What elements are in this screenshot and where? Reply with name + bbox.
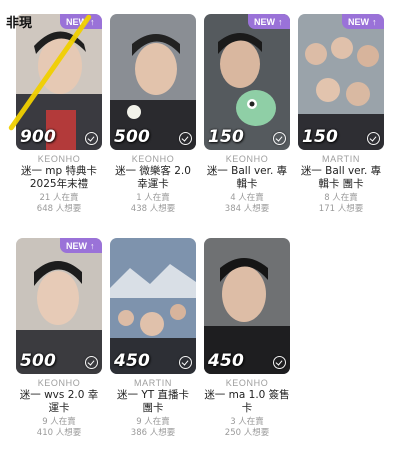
- new-badge: NEW ↑: [342, 14, 384, 29]
- card[interactable]: NEW ↑ 900 KEONHO 迷一 mp 特典卡 2025年末禮 21 人在…: [16, 14, 102, 215]
- artist-name: KEONHO: [37, 154, 81, 164]
- artist-name: KEONHO: [37, 378, 81, 388]
- new-badge-label: NEW: [66, 240, 87, 251]
- artist-name: MARTIN: [134, 378, 172, 388]
- card[interactable]: 450 KEONHO 迷一 ma 1.0 簽售 卡 3 人在賣 250 人想要: [204, 238, 290, 439]
- wanted-count: 410 人想要: [36, 428, 82, 438]
- seller-count: 21 人在賣: [39, 193, 79, 203]
- price-label: 500: [20, 351, 57, 371]
- card-title[interactable]: 迷一 微樂客 2.0 幸運卡: [110, 165, 196, 191]
- check-circle-icon[interactable]: [85, 132, 98, 145]
- card-photo[interactable]: NEW ↑ 900: [16, 14, 102, 150]
- artist-name: MARTIN: [322, 154, 360, 164]
- check-circle-icon[interactable]: [85, 356, 98, 369]
- arrow-up-icon: ↑: [278, 16, 283, 27]
- card[interactable]: 450 MARTIN 迷一 YT 直播卡 團卡 9 人在賣 386 人想要: [110, 238, 196, 439]
- card[interactable]: NEW ↑ 500 KEONHO 迷一 wvs 2.0 幸 運卡 9 人在賣 4…: [16, 238, 102, 439]
- wanted-count: 384 人想要: [224, 204, 270, 214]
- seller-count: 3 人在賣: [230, 417, 264, 427]
- artist-name: KEONHO: [131, 154, 175, 164]
- seller-count: 1 人在賣: [136, 193, 170, 203]
- arrow-up-icon: ↑: [90, 240, 95, 251]
- card-title[interactable]: 迷一 Ball ver. 專 輯卡 團卡: [298, 165, 384, 191]
- price-label: 450: [114, 351, 151, 371]
- arrow-up-icon: ↑: [372, 16, 377, 27]
- arrow-up-icon: ↑: [90, 16, 95, 27]
- card-title[interactable]: 迷一 Ball ver. 專 輯卡: [204, 165, 290, 191]
- card-title[interactable]: 迷一 ma 1.0 簽售 卡: [204, 389, 290, 415]
- card-photo[interactable]: 500: [110, 14, 196, 150]
- new-badge-label: NEW: [254, 16, 275, 27]
- wanted-count: 648 人想要: [36, 204, 82, 214]
- seller-count: 4 人在賣: [230, 193, 264, 203]
- price-label: 450: [208, 351, 245, 371]
- wanted-count: 386 人想要: [130, 428, 176, 438]
- seller-count: 8 人在賣: [324, 193, 358, 203]
- card-title[interactable]: 迷一 wvs 2.0 幸 運卡: [16, 389, 102, 415]
- check-circle-icon[interactable]: [367, 132, 380, 145]
- new-badge-label: NEW: [348, 16, 369, 27]
- price-label: 500: [114, 127, 151, 147]
- price-label: 150: [208, 127, 245, 147]
- check-circle-icon[interactable]: [273, 132, 286, 145]
- artist-name: KEONHO: [225, 154, 269, 164]
- card-title[interactable]: 迷一 mp 特典卡 2025年末禮: [16, 165, 102, 191]
- card-photo[interactable]: NEW ↑ 500: [16, 238, 102, 374]
- card-photo[interactable]: NEW ↑ 150: [204, 14, 290, 150]
- price-label: 150: [302, 127, 339, 147]
- card-photo[interactable]: NEW ↑ 150: [298, 14, 384, 150]
- card[interactable]: NEW ↑ 150 KEONHO 迷一 Ball ver. 專 輯卡 4 人在賣…: [204, 14, 290, 215]
- wanted-count: 438 人想要: [130, 204, 176, 214]
- check-circle-icon[interactable]: [179, 356, 192, 369]
- card-photo[interactable]: 450: [110, 238, 196, 374]
- check-circle-icon[interactable]: [273, 356, 286, 369]
- seller-count: 9 人在賣: [42, 417, 76, 427]
- wanted-count: 171 人想要: [318, 204, 364, 214]
- wanted-count: 250 人想要: [224, 428, 270, 438]
- card-title[interactable]: 迷一 YT 直播卡 團卡: [110, 389, 196, 415]
- card[interactable]: NEW ↑ 150 MARTIN 迷一 Ball ver. 專 輯卡 團卡 8 …: [298, 14, 384, 215]
- card[interactable]: 500 KEONHO 迷一 微樂客 2.0 幸運卡 1 人在賣 438 人想要: [110, 14, 196, 215]
- card-photo[interactable]: 450: [204, 238, 290, 374]
- seller-count: 9 人在賣: [136, 417, 170, 427]
- price-label: 900: [20, 127, 57, 147]
- artist-name: KEONHO: [225, 378, 269, 388]
- new-badge: NEW ↑: [60, 238, 102, 253]
- check-circle-icon[interactable]: [179, 132, 192, 145]
- new-badge: NEW ↑: [248, 14, 290, 29]
- sold-annotation-label: 非現: [6, 16, 33, 31]
